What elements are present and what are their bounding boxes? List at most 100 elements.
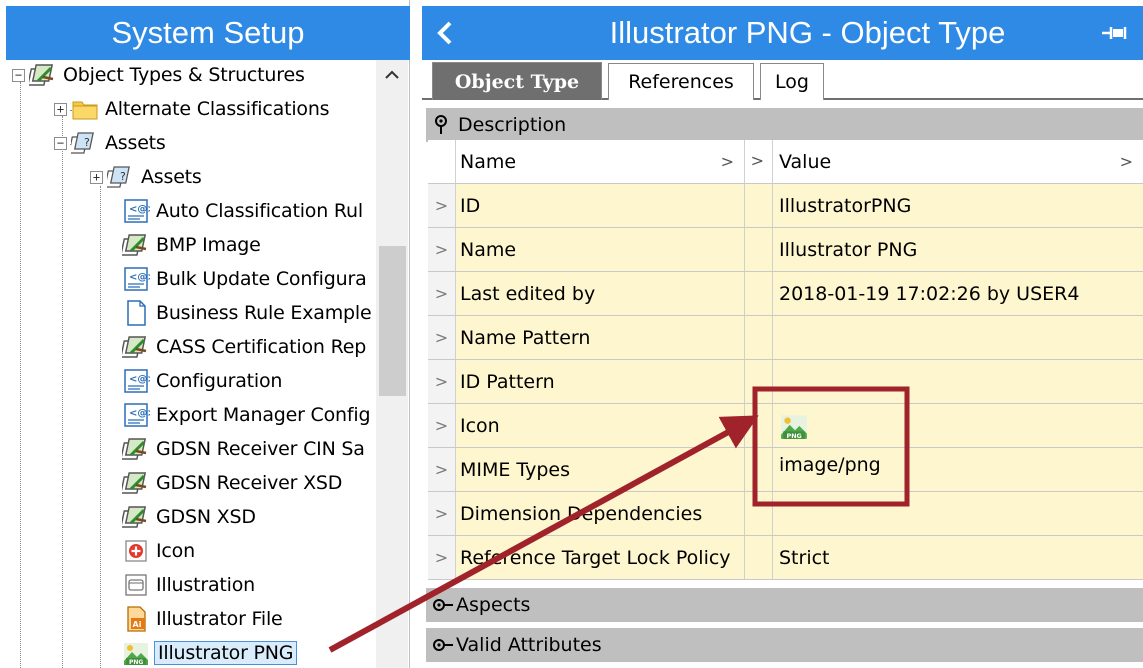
row-spacer — [745, 448, 773, 491]
tree-item-auto-classification[interactable]: <@> Auto Classification Rul — [122, 196, 363, 226]
property-value-icon[interactable]: PNG — [773, 404, 1143, 447]
section-label: Aspects — [456, 594, 531, 616]
svg-text:?: ? — [84, 136, 90, 149]
row-expander[interactable]: > — [428, 404, 456, 447]
tree-item-label: GDSN Receiver XSD — [156, 472, 343, 494]
property-value[interactable]: IllustratorPNG — [773, 184, 1143, 227]
table-row[interactable]: > Dimension Dependencies — [428, 492, 1143, 536]
object-type-icon — [122, 506, 147, 528]
table-row[interactable]: > MIME Types image/png — [428, 448, 1143, 492]
row-expander[interactable]: > — [428, 316, 456, 359]
tree-item-export-manager[interactable]: <@> Export Manager Config — [122, 400, 371, 430]
tree-item-label: Assets — [141, 166, 202, 188]
row-spacer — [745, 360, 773, 403]
tree-item-label: Export Manager Config — [156, 404, 371, 426]
tree-item-label: Assets — [105, 132, 166, 154]
property-value[interactable]: image/png — [773, 448, 1143, 491]
column-header-label: Value — [779, 150, 832, 173]
tree-scrollbar[interactable] — [376, 60, 408, 668]
configuration-icon: <@> — [124, 403, 150, 427]
table-row[interactable]: > Reference Target Lock Policy Strict — [428, 536, 1143, 580]
row-expander[interactable]: > — [428, 448, 456, 491]
left-panel: System Setup − Object Types & Structures… — [0, 0, 410, 668]
expand-expander[interactable]: + — [54, 102, 67, 116]
tree-item-gdsn-receiver-xsd[interactable]: GDSN Receiver XSD — [122, 468, 342, 498]
expand-expander[interactable]: + — [90, 170, 103, 184]
table-row[interactable]: > Last edited by 2018-01-19 17:02:26 by … — [428, 272, 1143, 316]
svg-text:PNG: PNG — [129, 659, 143, 666]
table-row[interactable]: > ID IllustratorPNG — [428, 184, 1143, 228]
tree-item-bmp-image[interactable]: BMP Image — [122, 230, 261, 260]
property-value[interactable]: 2018-01-19 17:02:26 by USER4 — [773, 272, 1143, 315]
property-name: Icon — [456, 404, 745, 447]
tab-object-type[interactable]: Object Type — [432, 62, 602, 100]
tab-references[interactable]: References — [608, 63, 754, 100]
scroll-thumb[interactable] — [379, 246, 406, 396]
tree-item-configuration[interactable]: <@> Configuration — [122, 366, 282, 396]
png-icon: PNG — [781, 414, 807, 439]
row-expander[interactable]: > — [428, 536, 456, 579]
property-value[interactable] — [773, 492, 1143, 535]
property-value[interactable]: Illustrator PNG — [773, 228, 1143, 271]
row-expander[interactable]: > — [428, 184, 456, 227]
pin-button[interactable] — [1099, 20, 1133, 46]
property-name: Last edited by — [456, 272, 745, 315]
table-header-row: Name > > Value > — [428, 140, 1143, 184]
back-button[interactable] — [430, 16, 460, 50]
section-valid-attributes[interactable]: Valid Attributes — [426, 628, 1143, 662]
property-value[interactable] — [773, 316, 1143, 359]
svg-text:?: ? — [120, 170, 126, 183]
tree-item-object-types-structures[interactable]: − Object Types & Structures — [12, 60, 305, 90]
svg-text:<@>: <@> — [129, 408, 150, 419]
table-row[interactable]: > Icon PNG — [428, 404, 1143, 448]
row-expander[interactable]: > — [428, 360, 456, 403]
section-aspects[interactable]: Aspects — [426, 588, 1143, 622]
section-description[interactable]: Description — [426, 108, 1143, 142]
header-expander-cell — [428, 140, 456, 183]
object-type-icon — [122, 472, 147, 494]
tree-item-label: Auto Classification Rul — [156, 200, 363, 222]
svg-text:<@>: <@> — [129, 374, 150, 385]
tree-item-illustrator-png[interactable]: PNG Illustrator PNG — [122, 638, 298, 668]
scroll-up-button[interactable] — [376, 60, 408, 90]
tree-item-illustrator-file[interactable]: Ai Illustrator File — [122, 604, 283, 634]
tab-log[interactable]: Log — [760, 63, 824, 100]
tree-item-label: Business Rule Example — [156, 302, 372, 324]
asset-type-icon: ? — [107, 166, 130, 188]
illustrator-file-icon: Ai — [127, 606, 146, 632]
svg-text:<@>: <@> — [129, 272, 150, 283]
column-header-name[interactable]: Name > — [456, 140, 745, 183]
row-expander[interactable]: > — [428, 492, 456, 535]
tree-item-assets-group[interactable]: − ? Assets — [54, 128, 166, 158]
illustration-icon — [125, 574, 147, 596]
row-expander[interactable]: > — [428, 228, 456, 271]
collapse-expander[interactable]: − — [54, 136, 67, 150]
chevron-right-icon: > — [1119, 152, 1133, 171]
tree-item-assets[interactable]: + ? Assets — [90, 162, 202, 192]
tree-item-business-rule-example[interactable]: Business Rule Example — [122, 298, 372, 328]
tree-item-illustration[interactable]: Illustration — [122, 570, 255, 600]
pin-icon — [1102, 27, 1127, 39]
property-value[interactable] — [773, 360, 1143, 403]
tree-item-cass-certification[interactable]: CASS Certification Rep — [122, 332, 366, 362]
tree-item-label: Illustration — [156, 574, 256, 596]
object-type-icon — [122, 234, 147, 256]
column-header-value[interactable]: Value > — [773, 140, 1143, 183]
property-name: Dimension Dependencies — [456, 492, 745, 535]
property-name: Name — [456, 228, 745, 271]
tree-item-alternate-classifications[interactable]: + Alternate Classifications — [54, 94, 330, 124]
row-spacer — [745, 404, 773, 447]
tree-item-icon[interactable]: Icon — [122, 536, 195, 566]
tree-item-gdsn-receiver-cin[interactable]: GDSN Receiver CIN Sa — [122, 434, 365, 464]
tree-item-gdsn-xsd[interactable]: GDSN XSD — [122, 502, 256, 532]
table-row[interactable]: > Name Illustrator PNG — [428, 228, 1143, 272]
table-row[interactable]: > Name Pattern — [428, 316, 1143, 360]
collapse-expander[interactable]: − — [12, 68, 25, 82]
property-value[interactable]: Strict — [773, 536, 1143, 579]
table-row[interactable]: > ID Pattern — [428, 360, 1143, 404]
row-spacer — [745, 228, 773, 271]
row-expander[interactable]: > — [428, 272, 456, 315]
object-type-icon — [122, 336, 147, 358]
section-label: Valid Attributes — [456, 634, 602, 656]
tree-item-bulk-update[interactable]: <@> Bulk Update Configura — [122, 264, 367, 294]
